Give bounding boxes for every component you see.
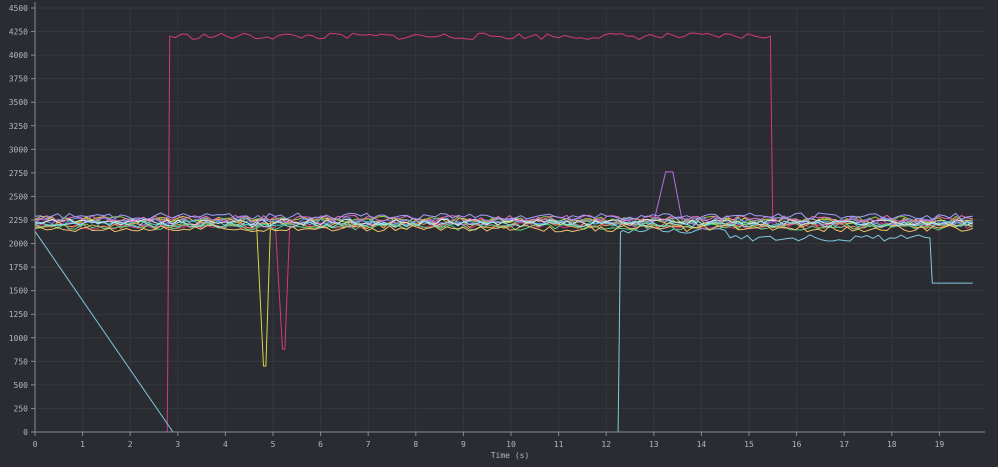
y-tick-label: 0 (23, 428, 28, 437)
y-tick-label: 1500 (9, 287, 28, 296)
x-tick-label: 5 (271, 440, 276, 449)
x-tick-label: 14 (697, 440, 707, 449)
x-tick-label: 12 (601, 440, 611, 449)
series-line (35, 32, 973, 433)
x-tick-label: 6 (318, 440, 323, 449)
series-line (34, 227, 973, 433)
x-tick-label: 13 (649, 440, 659, 449)
series-line (34, 216, 973, 367)
y-tick-label: 4250 (9, 28, 28, 37)
x-tick-label: 4 (223, 440, 228, 449)
x-tick-label: 10 (506, 440, 516, 449)
series-group (34, 32, 973, 433)
y-tick-label: 3250 (9, 122, 28, 131)
x-tick-label: 3 (175, 440, 180, 449)
y-tick-label: 3750 (9, 75, 28, 84)
y-tick-label: 4000 (9, 51, 28, 60)
line-chart: 0250500750100012501500175020002250250027… (9, 2, 985, 460)
x-tick-label: 17 (839, 440, 849, 449)
y-tick-label: 1000 (9, 334, 28, 343)
y-tick-label: 250 (14, 404, 29, 413)
x-tick-label: 16 (792, 440, 802, 449)
y-tick-label: 2500 (9, 192, 28, 201)
x-tick-label: 9 (461, 440, 466, 449)
x-tick-label: 15 (744, 440, 754, 449)
y-tick-label: 500 (14, 381, 29, 390)
x-tick-label: 8 (413, 440, 418, 449)
y-tick-label: 1750 (9, 263, 28, 272)
x-tick-label: 11 (554, 440, 564, 449)
y-tick-label: 2750 (9, 169, 28, 178)
y-tick-label: 3500 (9, 98, 28, 107)
y-tick-label: 3000 (9, 145, 28, 154)
x-tick-label: 1 (80, 440, 85, 449)
y-tick-label: 750 (14, 357, 29, 366)
y-tick-label: 1250 (9, 310, 28, 319)
y-tick-label: 2250 (9, 216, 28, 225)
x-tick-label: 18 (887, 440, 897, 449)
x-tick-label: 7 (366, 440, 371, 449)
x-tick-label: 19 (935, 440, 945, 449)
y-tick-label: 4500 (9, 4, 28, 13)
x-tick-label: 0 (33, 440, 38, 449)
x-tick-label: 2 (128, 440, 133, 449)
x-axis-title: Time (s) (491, 451, 530, 460)
y-tick-label: 2000 (9, 240, 28, 249)
